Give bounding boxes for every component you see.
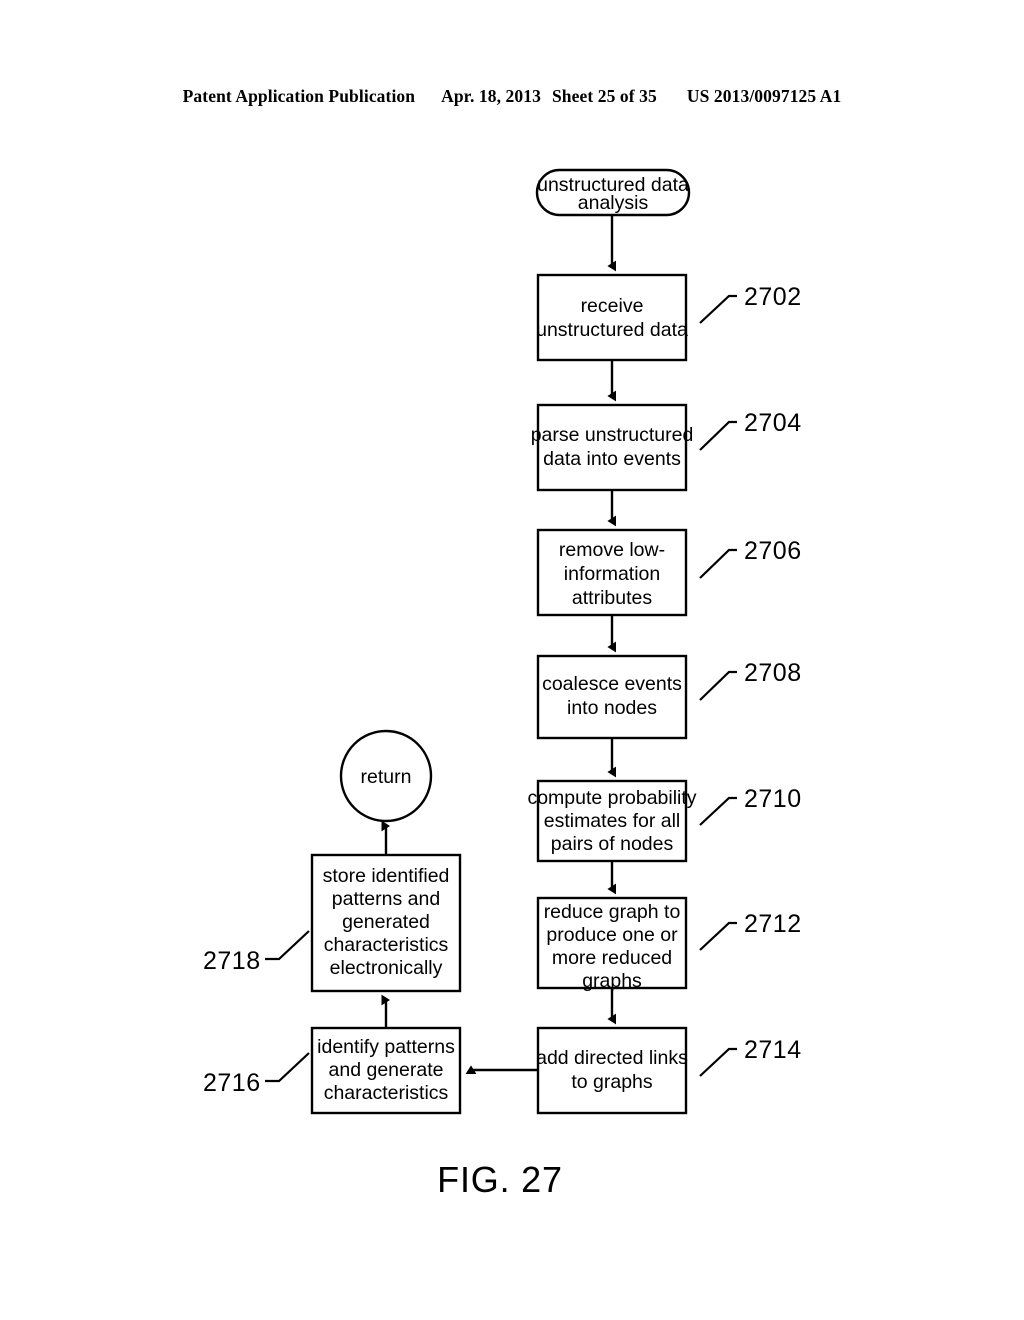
figure-caption: FIG. 27 <box>437 1159 563 1200</box>
process-2710-line-1: compute probability <box>527 787 696 809</box>
process-2706-line-3: attributes <box>572 587 652 609</box>
leader-line-2716 <box>265 1052 310 1083</box>
ref-number-2704: 2704 <box>744 409 802 437</box>
process-2702-line-2: unstructured data <box>536 319 688 341</box>
leader-line-2710 <box>699 796 737 826</box>
process-2716-line-2: and generate <box>329 1059 444 1081</box>
process-2704-line-2: data into events <box>543 448 681 470</box>
process-2710-line-3: pairs of nodes <box>551 833 674 855</box>
ref-number-2716: 2716 <box>203 1069 261 1097</box>
process-box-2706: remove low- information attributes <box>536 528 688 617</box>
process-2702-line-1: receive <box>581 295 644 317</box>
process-2710-line-2: estimates for all <box>544 810 681 832</box>
end-terminal-node: return <box>339 729 433 823</box>
start-terminal-label-line2: analysis <box>578 192 649 214</box>
figure-27-flowchart: unstructured data analysis receive unstr… <box>0 0 1024 1320</box>
process-box-2718: store identified patterns and generated … <box>310 853 462 993</box>
start-terminal-node: unstructured data analysis <box>535 168 691 217</box>
ref-number-2712: 2712 <box>744 910 802 938</box>
process-2718-line-4: characteristics <box>324 934 449 956</box>
process-box-2712: reduce graph to produce one or more redu… <box>536 896 688 992</box>
process-2716-line-1: identify patterns <box>317 1036 455 1058</box>
process-2704-line-1: parse unstructured <box>531 424 694 446</box>
process-box-2716: identify patterns and generate character… <box>310 1026 462 1115</box>
process-2712-line-3: more reduced <box>552 947 672 969</box>
process-2708-line-2: into nodes <box>567 697 657 719</box>
ref-number-2710: 2710 <box>744 785 802 813</box>
end-terminal-label: return <box>361 766 412 788</box>
leader-line-2702 <box>699 294 737 324</box>
process-2712-line-2: produce one or <box>546 924 678 946</box>
process-2718-line-1: store identified <box>323 865 450 887</box>
process-2706-line-1: remove low- <box>559 539 665 561</box>
leader-line-2708 <box>699 670 737 701</box>
process-2718-line-3: generated <box>342 911 430 933</box>
process-2714-line-1: add directed links <box>536 1047 688 1069</box>
ref-number-2714: 2714 <box>744 1036 802 1064</box>
process-box-2702: receive unstructured data <box>536 273 688 362</box>
ref-number-2706: 2706 <box>744 537 802 565</box>
process-2714-line-2: to graphs <box>571 1071 653 1093</box>
ref-number-2718: 2718 <box>203 947 261 975</box>
process-2716-line-3: characteristics <box>324 1082 449 1104</box>
process-2708-line-1: coalesce events <box>542 673 682 695</box>
process-box-2708: coalesce events into nodes <box>536 654 688 740</box>
process-2712-line-1: reduce graph to <box>544 901 681 923</box>
leader-line-2718 <box>265 930 310 961</box>
process-2718-line-5: electronically <box>330 957 443 979</box>
ref-number-2702: 2702 <box>744 283 802 311</box>
leader-line-2704 <box>699 420 737 451</box>
leader-line-2712 <box>699 921 737 951</box>
process-2706-line-2: information <box>564 563 660 585</box>
leader-line-2714 <box>699 1047 737 1077</box>
process-box-2714: add directed links to graphs <box>536 1026 688 1115</box>
process-2718-line-2: patterns and <box>332 888 440 910</box>
process-box-2710: compute probability estimates for all pa… <box>527 779 697 863</box>
process-box-2704: parse unstructured data into events <box>531 403 694 492</box>
ref-number-2708: 2708 <box>744 659 802 687</box>
leader-line-2706 <box>699 548 737 579</box>
